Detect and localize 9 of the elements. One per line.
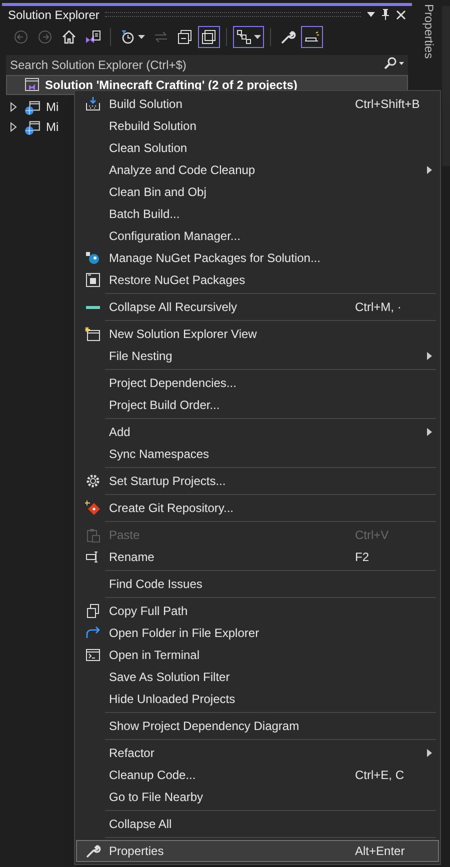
shortcut-label: Ctrl+V (355, 527, 390, 544)
panel-title: Solution Explorer (8, 6, 100, 24)
tree-item-label: Mi (46, 119, 59, 136)
shortcut-label: Ctrl+M, · (355, 299, 402, 316)
shortcut-label: Alt+Enter (355, 843, 406, 860)
shortcut-label: F2 (355, 549, 370, 566)
shortcut-label: Ctrl+E, C (355, 767, 406, 784)
shortcut-label: Ctrl+Shift+B (355, 96, 420, 113)
tree-item-label: Mi (46, 99, 59, 116)
